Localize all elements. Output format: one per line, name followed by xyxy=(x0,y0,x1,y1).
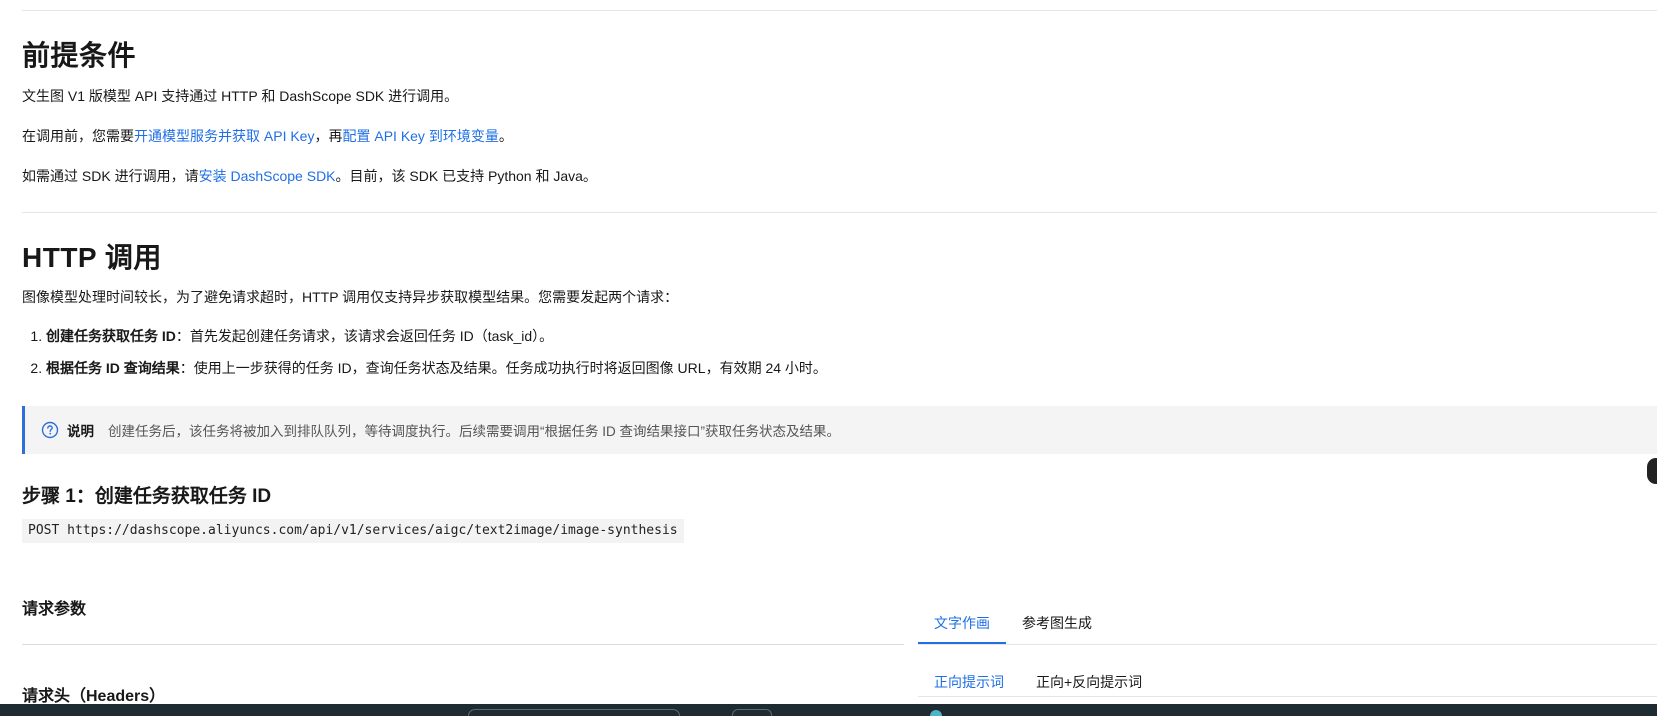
step-bold: 根据任务 ID 查询结果 xyxy=(46,360,180,376)
request-params-title: 请求参数 xyxy=(22,601,87,618)
link-config-api-key[interactable]: 配置 API Key 到环境变量 xyxy=(342,128,498,144)
tabs-divider xyxy=(918,644,1657,645)
params-divider xyxy=(22,644,904,645)
top-divider xyxy=(22,10,1657,11)
floating-assistant-button[interactable] xyxy=(1647,458,1657,484)
taskbar-search-box[interactable] xyxy=(468,709,680,716)
endpoint-code: POST https://dashscope.aliyuncs.com/api/… xyxy=(22,519,684,543)
prereq-p2-pre: 在调用前，您需要 xyxy=(22,128,134,144)
http-steps-list: 创建任务获取任务 ID：首先发起创建任务请求，该请求会返回任务 ID（task_… xyxy=(22,326,827,390)
prereq-p3-pre: 如需通过 SDK 进行调用，请 xyxy=(22,168,199,184)
list-item: 创建任务获取任务 ID：首先发起创建任务请求，该请求会返回任务 ID（task_… xyxy=(46,326,827,346)
step-bold: 创建任务获取任务 ID xyxy=(46,328,176,344)
os-taskbar xyxy=(0,704,1657,716)
note-callout: 说明 创建任务后，该任务将被加入到排队队列，等待调度执行。后续需要调用“根据任务… xyxy=(22,406,1657,454)
step-text: ：使用上一步获得的任务 ID，查询任务状态及结果。任务成功执行时将返回图像 UR… xyxy=(179,360,827,376)
prereq-paragraph-2: 在调用前，您需要开通模型服务并获取 API Key，再配置 API Key 到环… xyxy=(22,126,513,146)
note-text: 创建任务后，该任务将被加入到排队队列，等待调度执行。后续需要调用“根据任务 ID… xyxy=(108,424,840,439)
section-divider xyxy=(22,212,1657,213)
note-title: 说明 xyxy=(67,424,94,439)
active-tab-underline xyxy=(918,642,1006,644)
step1-title: 步骤 1：创建任务获取任务 ID xyxy=(22,486,272,507)
taskbar-app-icon[interactable] xyxy=(732,709,772,716)
list-item: 根据任务 ID 查询结果：使用上一步获得的任务 ID，查询任务状态及结果。任务成… xyxy=(46,358,827,378)
tab-text-to-image[interactable]: 文字作画 xyxy=(934,613,990,633)
http-intro: 图像模型处理时间较长，为了避免请求超时，HTTP 调用仅支持异步获取模型结果。您… xyxy=(22,289,679,305)
question-circle-icon xyxy=(41,421,59,439)
subtabs-divider xyxy=(918,696,1657,697)
section-title-http: HTTP 调用 xyxy=(22,242,162,273)
prereq-p3-post: 。目前，该 SDK 已支持 Python 和 Java。 xyxy=(335,168,597,184)
subtab-positive-prompt[interactable]: 正向提示词 xyxy=(934,672,1004,692)
prereq-paragraph-1: 文生图 V1 版模型 API 支持通过 HTTP 和 DashScope SDK… xyxy=(22,88,459,104)
subtab-positive-negative-prompt[interactable]: 正向+反向提示词 xyxy=(1036,672,1142,692)
prereq-paragraph-3: 如需通过 SDK 进行调用，请安装 DashScope SDK。目前，该 SDK… xyxy=(22,166,597,186)
prereq-p2-post: 。 xyxy=(498,128,513,144)
tab-reference-image[interactable]: 参考图生成 xyxy=(1022,613,1092,633)
section-title-prerequisites: 前提条件 xyxy=(22,40,137,71)
request-headers-title: 请求头（Headers） xyxy=(22,688,166,705)
link-get-api-key[interactable]: 开通模型服务并获取 API Key xyxy=(134,128,314,144)
taskbar-browser-icon[interactable] xyxy=(930,710,942,716)
prereq-p2-mid: ，再 xyxy=(314,128,343,144)
step-text: ：首先发起创建任务请求，该请求会返回任务 ID（task_id）。 xyxy=(175,328,554,344)
link-install-sdk[interactable]: 安装 DashScope SDK xyxy=(199,168,336,184)
